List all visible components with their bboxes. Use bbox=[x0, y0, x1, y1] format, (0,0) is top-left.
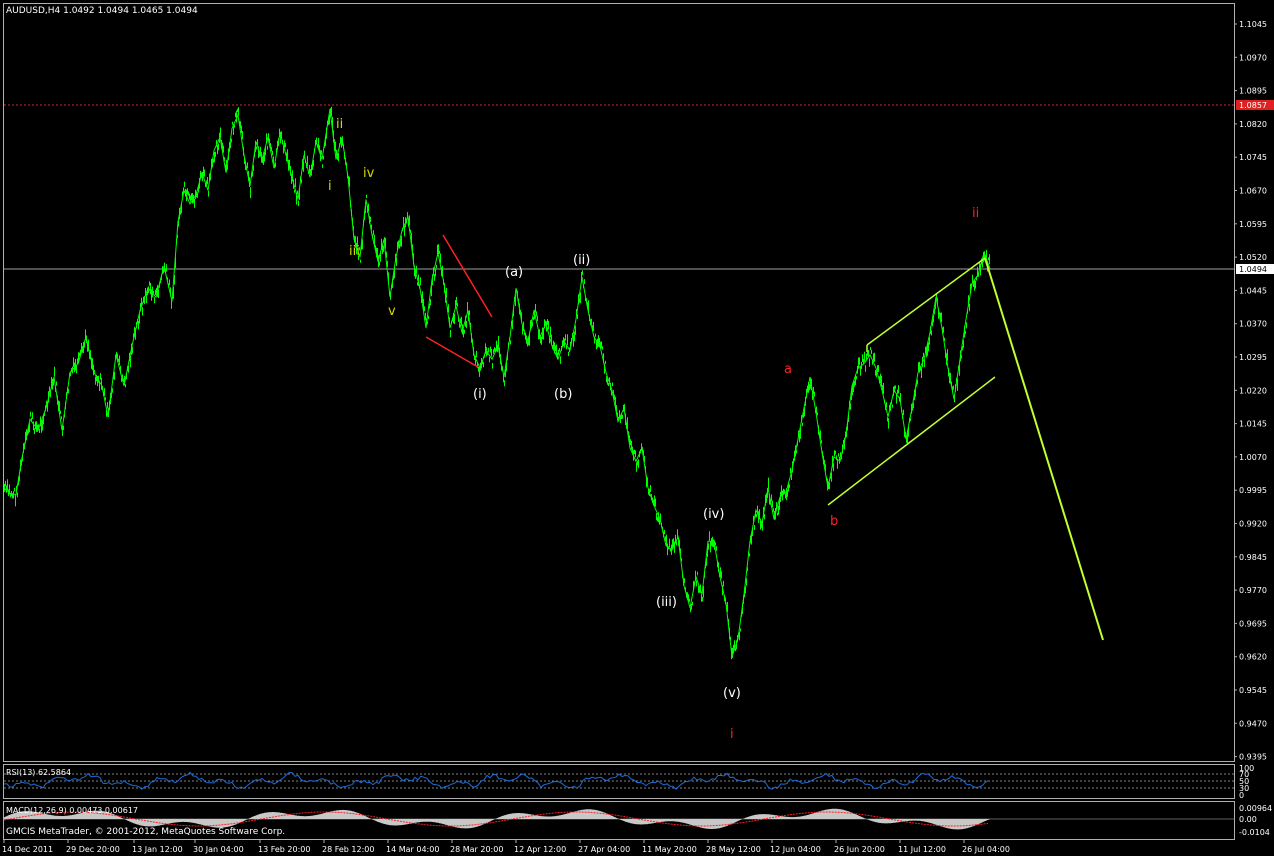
price-tick-label: 0.9395 bbox=[1239, 753, 1267, 762]
time-tick-label: 30 Jan 04:00 bbox=[193, 845, 244, 854]
time-tick-label: 12 Jun 04:00 bbox=[770, 845, 821, 854]
wave-label-yellow-iv: iv bbox=[363, 166, 375, 181]
macd-label: MACD(12,26,9) 0.00473 0.00617 bbox=[6, 806, 138, 815]
price-series bbox=[3, 106, 991, 660]
macd-pane[interactable]: MACD(12,26,9) 0.00473 0.00617 0.00964 0.… bbox=[3, 804, 1272, 837]
time-tick-label: 27 Apr 04:00 bbox=[578, 845, 630, 854]
price-tick-label: 1.0895 bbox=[1239, 87, 1267, 96]
price-line bbox=[3, 108, 991, 657]
macd-level-top-label: 0.00964 bbox=[1239, 804, 1272, 813]
price-tick-label: 0.9620 bbox=[1239, 653, 1267, 662]
wave-label-yellow-ii: ii bbox=[336, 117, 343, 132]
current-price-badge: 1.0494 bbox=[1239, 265, 1267, 274]
time-tick-label: 12 Apr 12:00 bbox=[514, 845, 566, 854]
rsi-label: RSI(13) 62.5864 bbox=[6, 768, 71, 777]
rsi-level-0-label: 0 bbox=[1239, 791, 1244, 800]
time-tick-label: 28 Mar 20:00 bbox=[450, 845, 503, 854]
price-tick-label: 1.0220 bbox=[1239, 386, 1267, 395]
time-tick-label: 28 May 12:00 bbox=[706, 845, 761, 854]
time-tick-label: 11 May 20:00 bbox=[642, 845, 697, 854]
rsi-pane[interactable]: RSI(13) 62.5864 100 70 50 30 0 bbox=[4, 764, 1254, 800]
channel-lower-line bbox=[827, 376, 996, 506]
copyright-text: GMCIS MetaTrader, © 2001-2012, MetaQuote… bbox=[6, 827, 285, 837]
price-tick-label: 1.0670 bbox=[1239, 187, 1267, 196]
time-tick-label: 26 Jun 20:00 bbox=[834, 845, 885, 854]
price-tick-label: 1.0070 bbox=[1239, 453, 1267, 462]
wave-label-i-minute: (i) bbox=[473, 387, 487, 402]
price-tick-label: 0.9995 bbox=[1239, 486, 1267, 495]
price-tick-label: 1.0445 bbox=[1239, 286, 1267, 295]
wave-label-iii-minute: (iii) bbox=[656, 595, 677, 610]
price-tick-label: 0.9695 bbox=[1239, 619, 1267, 628]
time-tick-label: 29 Dec 20:00 bbox=[66, 845, 120, 854]
main-chart-frame bbox=[3, 3, 1235, 762]
price-tick-label: 1.0520 bbox=[1239, 253, 1267, 262]
wave-label-ii-minute: (ii) bbox=[573, 253, 590, 268]
time-tick-label: 26 Jul 04:00 bbox=[962, 845, 1010, 854]
projection-line bbox=[984, 257, 1104, 641]
time-tick-label: 28 Feb 12:00 bbox=[322, 845, 374, 854]
price-tick-label: 1.0820 bbox=[1239, 120, 1267, 129]
wave-label-b-minute: (b) bbox=[554, 387, 572, 402]
time-tick-label: 13 Jan 12:00 bbox=[132, 845, 183, 854]
price-bars bbox=[4, 106, 990, 660]
price-tick-label: 1.0970 bbox=[1239, 53, 1267, 62]
price-tick-label: 1.0745 bbox=[1239, 153, 1267, 162]
symbol-info-line: AUDUSD,H4 1.0492 1.0494 1.0465 1.0494 bbox=[6, 6, 198, 16]
resistance-price-badge: 1.0857 bbox=[1239, 101, 1267, 110]
price-tick-label: 0.9770 bbox=[1239, 586, 1267, 595]
price-tick-label: 0.9470 bbox=[1239, 719, 1267, 728]
price-tick-label: 1.0145 bbox=[1239, 420, 1267, 429]
wave-label-v-minute: (v) bbox=[723, 686, 741, 701]
price-tick-label: 1.0370 bbox=[1239, 320, 1267, 329]
channel-upper-line bbox=[866, 257, 986, 346]
time-axis: 14 Dec 2011 29 Dec 20:00 13 Jan 12:00 30 Ja… bbox=[2, 840, 1010, 854]
time-tick-label: 13 Feb 20:00 bbox=[258, 845, 310, 854]
wave-label-yellow-iii: iii bbox=[349, 244, 360, 259]
macd-level-bottom-label: -0.0104 bbox=[1239, 828, 1270, 837]
red-trendline-lower bbox=[425, 336, 479, 368]
wave-label-red-ii: ii bbox=[972, 206, 979, 221]
time-tick-label: 14 Mar 04:00 bbox=[386, 845, 439, 854]
wave-label-red-a: a bbox=[784, 362, 792, 377]
price-axis: 1.1045 1.0970 1.0895 1.0820 1.0745 1.0670 1.05… bbox=[1234, 20, 1267, 762]
chart-window[interactable]: ii i iv iii v (a) (ii) (i) (b) (iv) (iii… bbox=[0, 0, 1274, 856]
wave-label-yellow-i: i bbox=[328, 179, 332, 194]
wave-label-a-minute: (a) bbox=[505, 265, 523, 280]
price-tick-label: 0.9920 bbox=[1239, 520, 1267, 529]
price-tick-label: 0.9845 bbox=[1239, 553, 1267, 562]
time-tick-label: 11 Jul 12:00 bbox=[898, 845, 946, 854]
wave-label-red-i: i bbox=[730, 727, 734, 742]
wave-label-yellow-v: v bbox=[388, 304, 396, 319]
price-tick-label: 1.0595 bbox=[1239, 220, 1267, 229]
wave-label-iv-minute: (iv) bbox=[703, 507, 724, 522]
price-tick-label: 1.0295 bbox=[1239, 353, 1267, 362]
macd-level-zero-label: 0.00 bbox=[1239, 815, 1257, 824]
time-tick-label: 14 Dec 2011 bbox=[2, 845, 53, 854]
price-tick-label: 0.9545 bbox=[1239, 686, 1267, 695]
wave-label-red-b: b bbox=[830, 514, 838, 529]
price-tick-label: 1.1045 bbox=[1239, 20, 1267, 29]
